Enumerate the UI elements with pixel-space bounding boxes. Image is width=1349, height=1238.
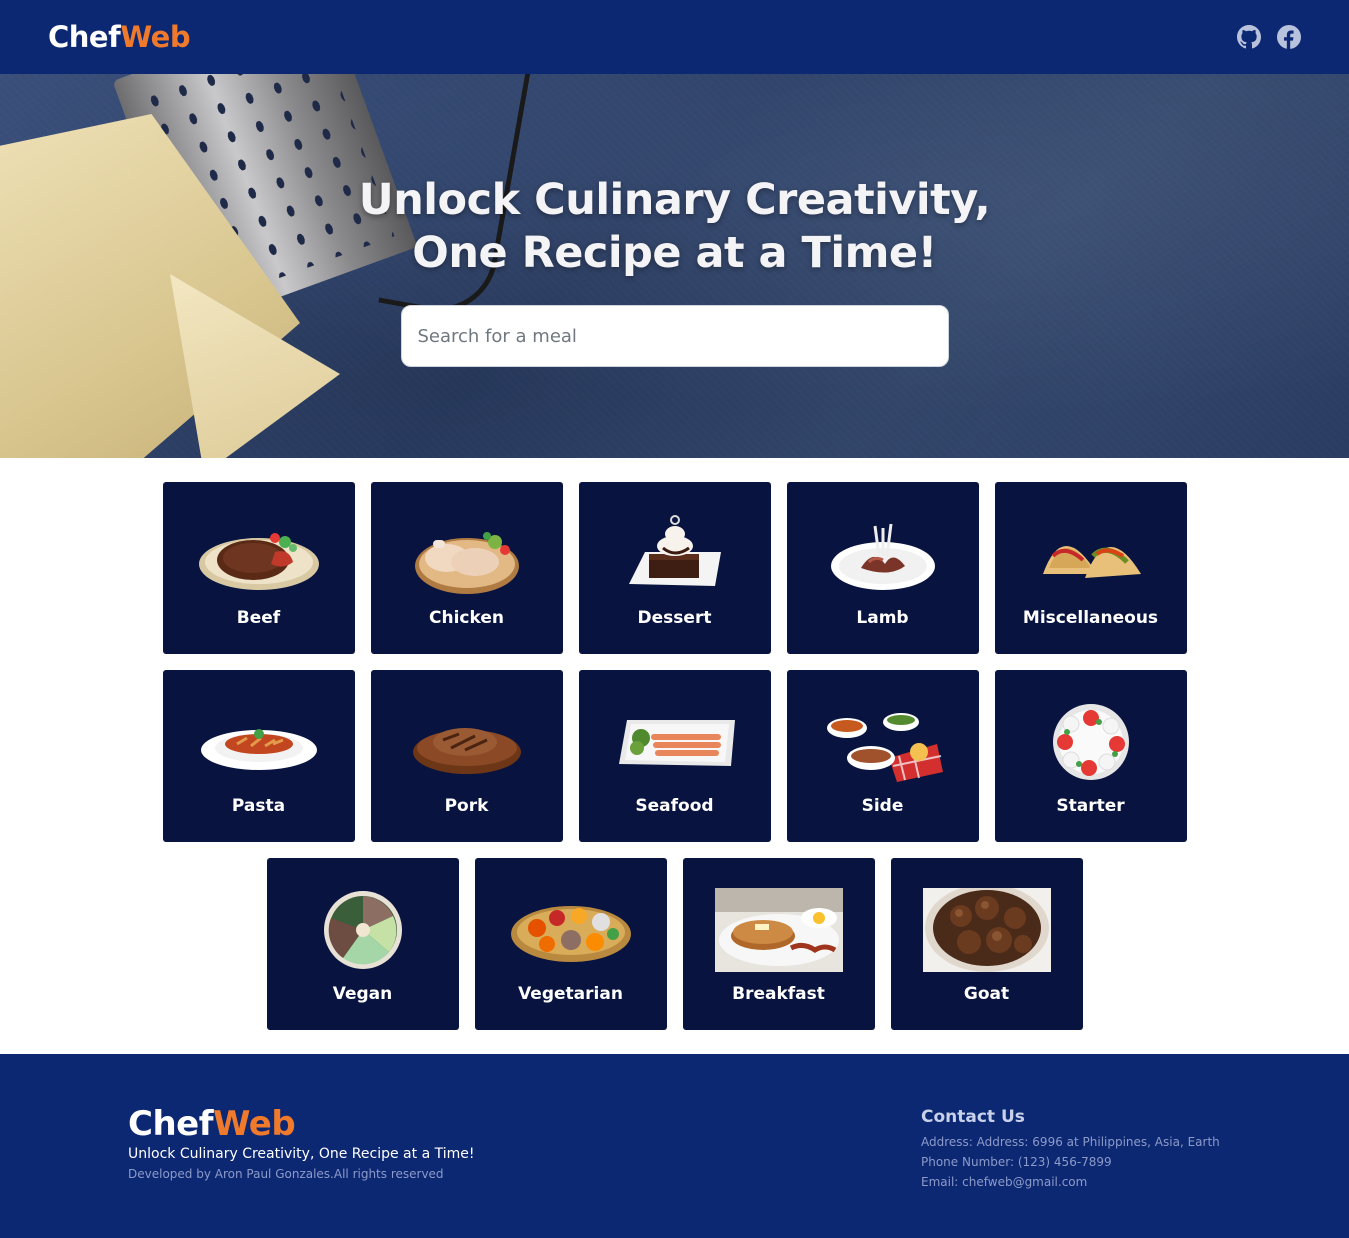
hero-title: Unlock Culinary Creativity, One Recipe a… — [358, 174, 991, 280]
lamb-chops-image — [819, 512, 947, 596]
footer-credit: Developed by Aron Paul Gonzales.All righ… — [128, 1167, 444, 1181]
meal-search-input[interactable] — [400, 305, 949, 367]
category-card-chicken[interactable]: Chicken — [370, 482, 563, 654]
vegan-bowl-image — [299, 888, 427, 972]
footer-brand: ChefWeb Unlock Culinary Creativity, One … — [128, 1104, 474, 1181]
category-label: Pork — [444, 796, 489, 816]
chicken-legs-image — [403, 512, 531, 596]
logo-web: Web — [120, 20, 191, 54]
category-label: Beef — [236, 608, 281, 628]
category-card-seafood[interactable]: Seafood — [578, 670, 771, 842]
category-card-starter[interactable]: Starter — [994, 670, 1187, 842]
hero-title-line1: Unlock Culinary Creativity, — [358, 175, 991, 225]
footer-logo[interactable]: ChefWeb — [128, 1104, 474, 1144]
tacos-image — [1027, 512, 1155, 596]
hero-content: Unlock Culinary Creativity, One Recipe a… — [0, 174, 1349, 367]
contact-address: Address: Address: 6996 at Philippines, A… — [921, 1135, 1220, 1149]
category-grid: Beef Chicken Dessert Lamb Miscellaneous … — [0, 458, 1349, 1054]
site-logo[interactable]: ChefWeb — [48, 20, 191, 54]
pancakes-photo-image — [714, 888, 843, 972]
social-links — [1237, 25, 1301, 49]
category-card-vegetarian[interactable]: Vegetarian — [474, 858, 667, 1030]
category-card-vegan[interactable]: Vegan — [266, 858, 459, 1030]
category-card-goat[interactable]: Goat — [890, 858, 1083, 1030]
footer-tagline: Unlock Culinary Creativity, One Recipe a… — [128, 1146, 475, 1162]
hero-title-line2: One Recipe at a Time! — [412, 228, 937, 278]
category-card-pork[interactable]: Pork — [370, 670, 563, 842]
goat-meat-photo-image — [922, 888, 1051, 972]
category-card-miscellaneous[interactable]: Miscellaneous — [994, 482, 1187, 654]
category-label: Chicken — [429, 608, 504, 628]
category-card-side[interactable]: Side — [786, 670, 979, 842]
logo-chef: Chef — [48, 20, 121, 54]
salmon-platter-image — [611, 700, 739, 784]
steak-plate-image — [195, 512, 323, 596]
footer-logo-chef: Chef — [128, 1104, 214, 1144]
category-label: Dessert — [637, 608, 712, 628]
category-label: Lamb — [856, 608, 909, 628]
contact-email: Email: chefweb@gmail.com — [921, 1175, 1088, 1189]
category-card-pasta[interactable]: Pasta — [162, 670, 355, 842]
github-icon[interactable] — [1237, 25, 1261, 49]
hero-banner: Unlock Culinary Creativity, One Recipe a… — [0, 74, 1349, 458]
side-bowls-image — [819, 700, 947, 784]
category-label: Seafood — [635, 796, 714, 816]
category-label: Starter — [1056, 796, 1125, 816]
category-label: Pasta — [231, 796, 286, 816]
category-label: Miscellaneous — [1022, 608, 1159, 628]
category-label: Goat — [963, 984, 1010, 1004]
category-label: Side — [861, 796, 904, 816]
footer-logo-web: Web — [213, 1104, 296, 1144]
category-label: Vegan — [332, 984, 393, 1004]
category-card-dessert[interactable]: Dessert — [578, 482, 771, 654]
pork-steak-image — [403, 700, 531, 784]
pasta-plate-image — [195, 700, 323, 784]
facebook-icon[interactable] — [1277, 25, 1301, 49]
caprese-plate-image — [1027, 700, 1155, 784]
chocolate-cake-image — [611, 512, 739, 596]
category-card-beef[interactable]: Beef — [162, 482, 355, 654]
footer-contact: Contact Us Address: Address: 6996 at Phi… — [921, 1107, 1220, 1192]
site-footer: ChefWeb Unlock Culinary Creativity, One … — [0, 1054, 1349, 1238]
contact-phone: Phone Number: (123) 456-7899 — [921, 1155, 1112, 1169]
top-navbar: ChefWeb — [0, 0, 1349, 74]
category-label: Breakfast — [732, 984, 825, 1004]
contact-heading: Contact Us — [921, 1107, 1025, 1127]
category-card-lamb[interactable]: Lamb — [786, 482, 979, 654]
category-card-breakfast[interactable]: Breakfast — [682, 858, 875, 1030]
category-label: Vegetarian — [518, 984, 623, 1004]
vegetarian-platter-image — [507, 888, 635, 972]
